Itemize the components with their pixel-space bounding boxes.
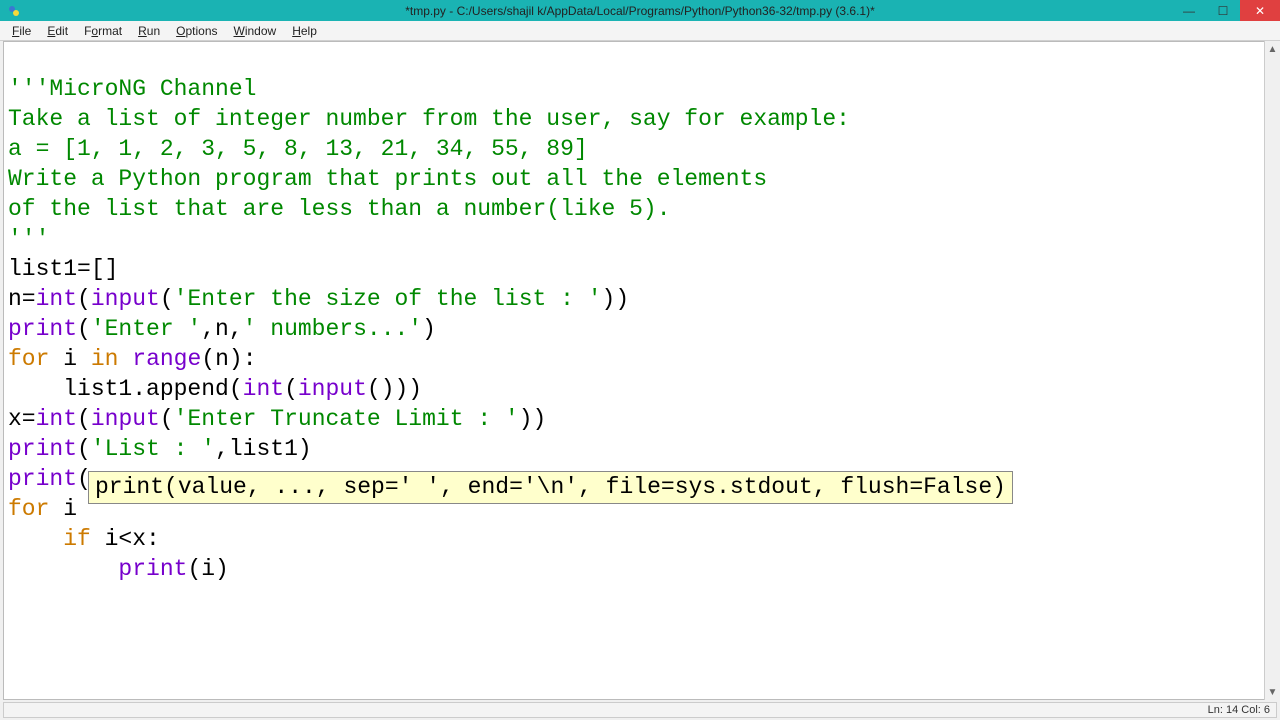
vertical-scrollbar[interactable]: ▲ ▼ — [1264, 41, 1280, 700]
titlebar: *tmp.py - C:/Users/shajil k/AppData/Loca… — [0, 0, 1280, 21]
code-editor[interactable]: '''MicroNG Channel Take a list of intege… — [4, 42, 1276, 616]
code-line: print(i) — [8, 556, 229, 582]
code-line: n=int(input('Enter the size of the list … — [8, 286, 629, 312]
minimize-button[interactable]: — — [1172, 0, 1206, 21]
code-line: of the list that are less than a number(… — [8, 196, 671, 222]
menu-window[interactable]: Window — [226, 22, 285, 40]
app-icon — [6, 3, 22, 19]
menu-options[interactable]: Options — [168, 22, 225, 40]
editor-area[interactable]: '''MicroNG Channel Take a list of intege… — [3, 41, 1277, 700]
menu-format[interactable]: Format — [76, 22, 130, 40]
code-line: x=int(input('Enter Truncate Limit : ')) — [8, 406, 546, 432]
scroll-up-icon[interactable]: ▲ — [1265, 41, 1280, 57]
code-line: print('Enter ',n,' numbers...') — [8, 316, 436, 342]
code-line: Write a Python program that prints out a… — [8, 166, 767, 192]
maximize-button[interactable]: ☐ — [1206, 0, 1240, 21]
code-line: a = [1, 1, 2, 3, 5, 8, 13, 21, 34, 55, 8… — [8, 136, 588, 162]
code-line: for i in range(n): — [8, 346, 257, 372]
code-line: Take a list of integer number from the u… — [8, 106, 850, 132]
code-line: for i — [8, 496, 77, 522]
close-button[interactable]: ✕ — [1240, 0, 1280, 21]
menu-help[interactable]: Help — [284, 22, 325, 40]
menubar: File Edit Format Run Options Window Help — [0, 21, 1280, 41]
window-title: *tmp.py - C:/Users/shajil k/AppData/Loca… — [0, 4, 1280, 18]
calltip-tooltip: print(value, ..., sep=' ', end='\n', fil… — [88, 471, 1013, 504]
code-line: print('List : ',list1) — [8, 436, 312, 462]
menu-run[interactable]: Run — [130, 22, 168, 40]
statusbar: Ln: 14 Col: 6 — [3, 702, 1277, 718]
menu-edit[interactable]: Edit — [39, 22, 76, 40]
window-controls: — ☐ ✕ — [1172, 0, 1280, 21]
cursor-position: Ln: 14 Col: 6 — [1208, 704, 1270, 716]
code-line: '''MicroNG Channel — [8, 76, 256, 102]
scroll-down-icon[interactable]: ▼ — [1265, 684, 1280, 700]
code-line: if i<x: — [8, 526, 160, 552]
menu-file[interactable]: File — [4, 22, 39, 40]
code-line: list1.append(int(input())) — [8, 376, 422, 402]
code-line: list1=[] — [8, 256, 118, 282]
code-line: ''' — [8, 226, 49, 252]
code-line: print( — [8, 466, 91, 492]
